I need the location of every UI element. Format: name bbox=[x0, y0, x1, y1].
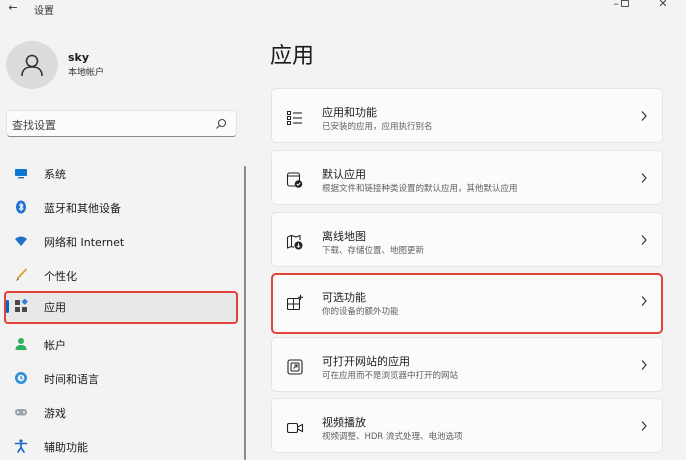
monitor-icon bbox=[15, 169, 27, 179]
back-button[interactable]: ← bbox=[4, 0, 22, 16]
selection-indicator bbox=[6, 300, 9, 313]
sidebar-item-label: 辅助功能 bbox=[44, 441, 88, 454]
card-subtitle: 你的设备的额外功能 bbox=[322, 307, 399, 317]
sidebar-item-label: 蓝牙和其他设备 bbox=[44, 202, 121, 215]
back-arrow-icon: ← bbox=[8, 1, 18, 14]
chevron-right-icon bbox=[641, 111, 647, 121]
sidebar-item-label: 时间和语言 bbox=[44, 373, 99, 386]
globe-clock-icon bbox=[15, 372, 27, 384]
sidebar-item-accounts[interactable]: 帐户 bbox=[4, 329, 238, 358]
chevron-right-icon bbox=[641, 235, 647, 245]
sidebar-item-system[interactable]: 系统 bbox=[4, 158, 238, 187]
sidebar-item-label: 网络和 Internet bbox=[44, 236, 125, 249]
sidebar-item-personalization[interactable]: 个性化 bbox=[4, 260, 238, 289]
maximize-button[interactable] bbox=[618, 0, 632, 11]
search-input[interactable]: 查找设置 bbox=[6, 110, 237, 137]
card-title: 可打开网站的应用 bbox=[322, 355, 410, 368]
card-subtitle: 已安装的应用，应用执行别名 bbox=[322, 122, 433, 132]
card-subtitle: 视频调整、HDR 流式处理、电池选项 bbox=[322, 432, 463, 442]
sidebar-item-label: 游戏 bbox=[44, 407, 66, 420]
apps-list-icon bbox=[287, 111, 302, 125]
apps-features-card[interactable]: 应用和功能 已安装的应用，应用执行别名 bbox=[271, 88, 663, 143]
maximize-icon bbox=[621, 0, 629, 7]
close-icon: ✕ bbox=[658, 0, 668, 10]
user-name: sky bbox=[68, 51, 90, 64]
sidebar-scrollbar[interactable] bbox=[244, 166, 246, 460]
user-icon bbox=[21, 54, 43, 77]
offline-map-icon bbox=[286, 234, 303, 250]
page-title: 应用 bbox=[270, 44, 315, 69]
sidebar-item-label: 系统 bbox=[44, 168, 66, 181]
bluetooth-icon bbox=[16, 200, 26, 214]
sidebar-item-time-language[interactable]: 时间和语言 bbox=[4, 363, 238, 392]
chevron-right-icon bbox=[641, 296, 647, 306]
wifi-icon bbox=[15, 236, 27, 246]
chevron-right-icon bbox=[641, 421, 647, 431]
brush-icon bbox=[16, 268, 27, 281]
search-icon bbox=[216, 118, 227, 129]
close-button[interactable]: ✕ bbox=[655, 0, 671, 11]
sidebar-item-apps[interactable]: 应用 bbox=[4, 291, 238, 324]
card-subtitle: 可在应用而不是浏览器中打开的网站 bbox=[322, 371, 459, 381]
open-website-icon bbox=[287, 359, 303, 375]
sidebar-item-accessibility[interactable]: 辅助功能 bbox=[4, 431, 238, 460]
apps-for-websites-card[interactable]: 可打开网站的应用 可在应用而不是浏览器中打开的网站 bbox=[271, 337, 663, 392]
optional-features-card[interactable]: 可选功能 你的设备的额外功能 bbox=[271, 273, 663, 334]
window-title: 设置 bbox=[34, 6, 54, 17]
card-title: 默认应用 bbox=[322, 168, 366, 181]
search-placeholder: 查找设置 bbox=[12, 119, 56, 132]
card-subtitle: 下载、存储位置、地图更新 bbox=[322, 246, 425, 256]
sidebar-item-gaming[interactable]: 游戏 bbox=[4, 397, 238, 426]
card-subtitle: 根据文件和链接种类设置的默认应用，其他默认应用 bbox=[322, 184, 518, 194]
accessibility-icon bbox=[14, 439, 28, 453]
chevron-right-icon bbox=[641, 360, 647, 370]
apps-icon bbox=[15, 299, 28, 312]
sidebar-item-label: 应用 bbox=[44, 301, 66, 314]
sidebar-item-bluetooth[interactable]: 蓝牙和其他设备 bbox=[4, 192, 238, 221]
sidebar-item-network[interactable]: 网络和 Internet bbox=[4, 226, 238, 255]
account-type: 本地帐户 bbox=[68, 68, 105, 78]
chevron-right-icon bbox=[641, 173, 647, 183]
person-icon bbox=[15, 338, 27, 350]
gamepad-icon bbox=[15, 409, 27, 416]
card-title: 视频播放 bbox=[322, 416, 366, 429]
avatar[interactable] bbox=[6, 41, 58, 89]
card-title: 应用和功能 bbox=[322, 106, 377, 119]
default-apps-icon bbox=[286, 172, 303, 188]
sidebar-item-label: 帐户 bbox=[44, 339, 66, 352]
offline-maps-card[interactable]: 离线地图 下载、存储位置、地图更新 bbox=[271, 212, 663, 267]
sidebar-item-label: 个性化 bbox=[44, 270, 77, 283]
card-title: 可选功能 bbox=[322, 291, 366, 304]
title-bar: ← 设置 – ✕ bbox=[0, 0, 686, 18]
card-title: 离线地图 bbox=[322, 230, 366, 243]
default-apps-card[interactable]: 默认应用 根据文件和链接种类设置的默认应用，其他默认应用 bbox=[271, 150, 663, 205]
video-playback-card[interactable]: 视频播放 视频调整、HDR 流式处理、电池选项 bbox=[271, 398, 663, 453]
video-camera-icon bbox=[286, 422, 304, 434]
optional-features-icon bbox=[286, 294, 303, 311]
